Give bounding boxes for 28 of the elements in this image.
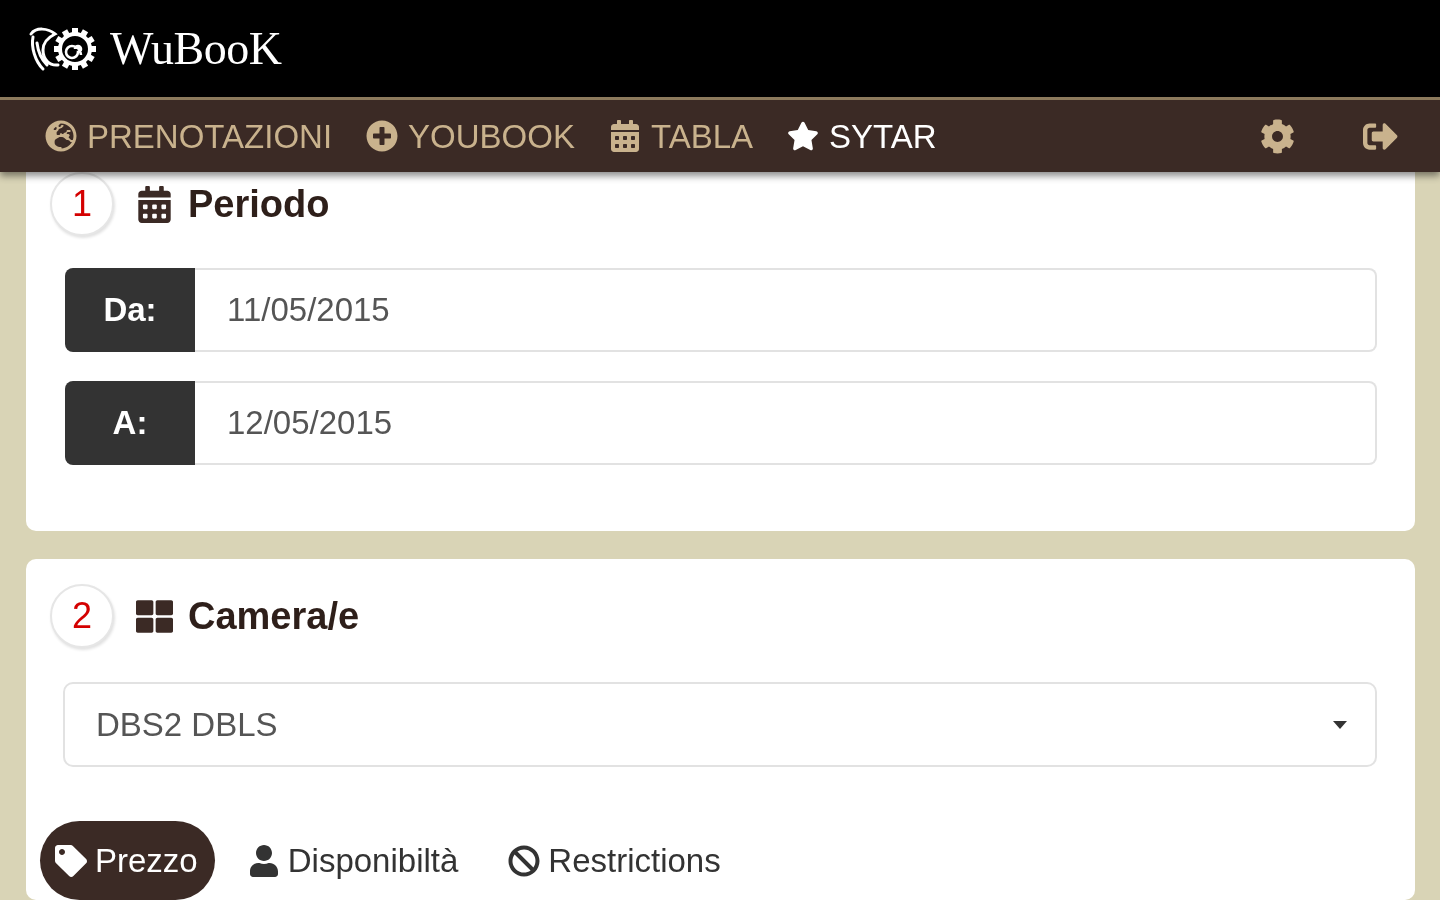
section-title: Camera/e [188, 597, 360, 635]
grid-icon [136, 597, 173, 635]
globe-icon [45, 120, 77, 152]
tab[interactable]: Disponibiltà [232, 821, 476, 900]
field-label: A: [65, 381, 195, 465]
tag-icon [55, 844, 87, 877]
user-icon [247, 844, 280, 877]
tab[interactable]: Prezzo [40, 821, 215, 900]
settings-button[interactable] [1260, 118, 1295, 154]
section-title: Periodo [188, 185, 330, 223]
nav-link[interactable]: TABLA [608, 119, 754, 153]
gear-icon [1260, 118, 1295, 154]
step-number: 2 [50, 584, 114, 648]
nav-link[interactable]: YOUBOOK [366, 119, 575, 153]
nav-link[interactable]: SYTAR [787, 119, 937, 153]
caret-icon [1333, 720, 1347, 729]
step-number: 1 [50, 172, 114, 236]
tab[interactable]: Restrictions [493, 821, 738, 900]
star-icon [787, 120, 820, 152]
calendar-icon [136, 185, 173, 223]
date-field[interactable]: 11/05/2015 [195, 268, 1377, 352]
nav-link[interactable]: PRENOTAZIONI [45, 119, 333, 153]
room-select[interactable]: DBS2 DBLS [63, 682, 1377, 767]
calendar-icon [608, 120, 641, 152]
field-label: Da: [65, 268, 195, 352]
logo-text: WuBooK [110, 25, 282, 72]
date-field[interactable]: 12/05/2015 [195, 381, 1377, 465]
ban-icon [508, 844, 541, 877]
